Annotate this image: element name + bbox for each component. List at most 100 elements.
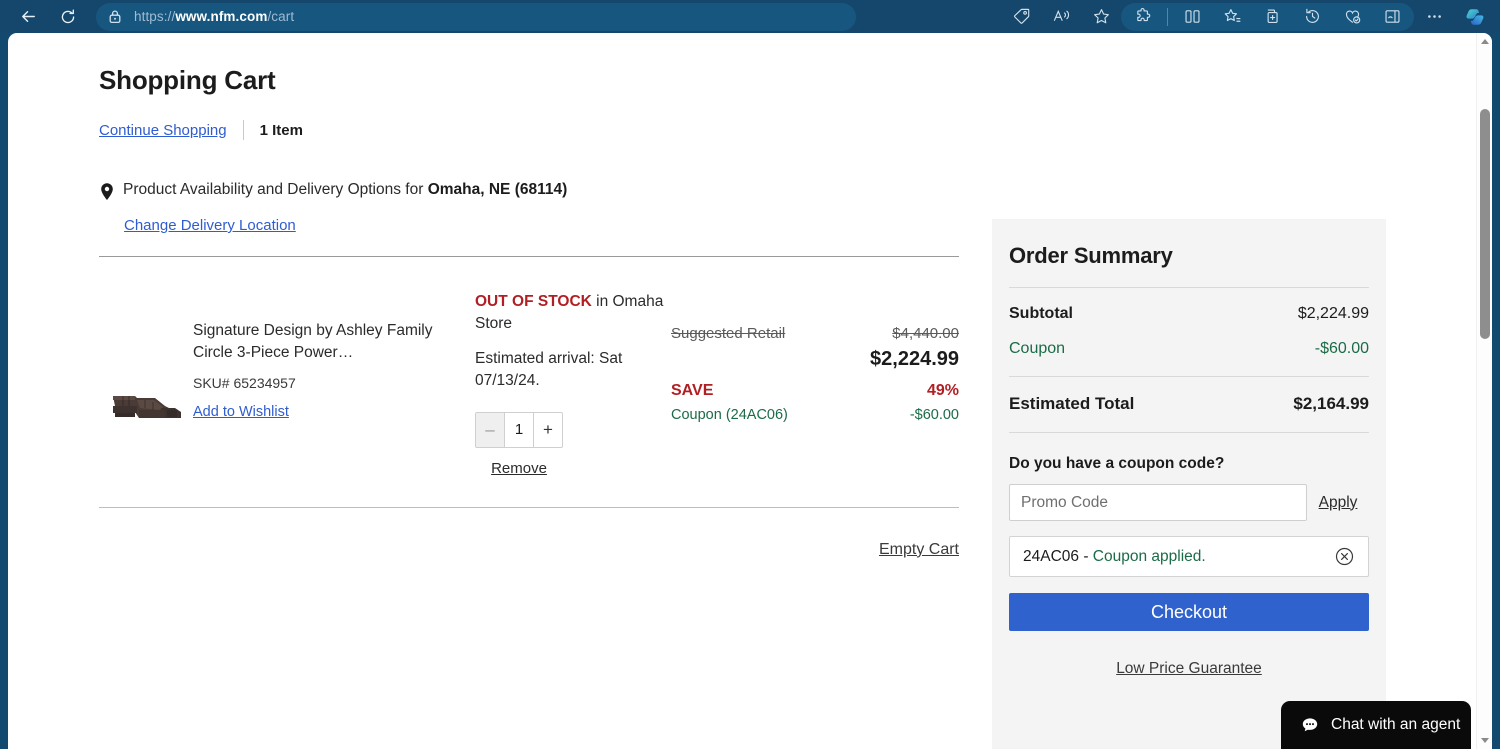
item-sku: SKU# 65234957 [193,375,296,391]
browser-essentials-button[interactable] [1332,2,1372,32]
quantity-value[interactable]: 1 [505,412,533,447]
history-icon [1305,8,1319,23]
out-of-stock-label: OUT OF STOCK [475,293,592,310]
estimated-total-value: $2,164.99 [1293,394,1369,413]
continue-shopping-link[interactable]: Continue Shopping [99,122,227,139]
copilot-button[interactable] [1454,2,1496,32]
applied-coupon-text: 24AC06 - Coupon applied. [1023,548,1206,566]
item-save-row: SAVE 49% [671,382,959,400]
item-thumbnail-cell[interactable] [99,285,193,478]
read-aloud-button[interactable] [1041,2,1081,32]
scrollbar-down-arrow[interactable] [1477,732,1492,749]
cart-main-column: Shopping Cart Continue Shopping 1 Item P… [99,33,979,559]
chat-with-agent-label: Chat with an agent [1331,716,1461,733]
item-stock-status: OUT OF STOCK in Omaha Store [475,291,671,336]
collections-star-icon [1224,9,1240,22]
low-price-guarantee-link[interactable]: Low Price Guarantee [1116,660,1262,677]
summary-divider-total [1009,376,1369,377]
url-path: /cart [267,9,295,24]
item-stock-cell: OUT OF STOCK in Omaha Store Estimated ar… [475,285,671,478]
item-name[interactable]: Signature Design by Ashley Family Circle… [193,320,475,364]
summary-row-coupon: Coupon -$60.00 [1009,340,1369,358]
suggested-retail-label: Suggested Retail [671,325,786,342]
page-content: Shopping Cart Continue Shopping 1 Item P… [8,33,1492,749]
item-count-label: 1 Item [259,121,303,139]
sectional-sofa-thumbnail [113,396,181,419]
order-summary-title: Order Summary [1009,243,1173,268]
summary-divider-top [1009,287,1369,288]
cart-subheader: Continue Shopping 1 Item [99,120,979,140]
page-title: Shopping Cart [99,65,276,95]
favorites-button[interactable] [1081,2,1121,32]
back-button[interactable] [8,2,48,32]
cart-top-divider [99,256,959,257]
history-button[interactable] [1292,2,1332,32]
delivery-availability-text: Product Availability and Delivery Option… [123,180,567,201]
quantity-decrease-button[interactable]: – [476,412,505,447]
chat-bubble-icon [1300,715,1320,735]
price-tag-icon [1013,8,1029,24]
split-screen-button[interactable] [1172,2,1212,32]
item-description-cell: Signature Design by Ashley Family Circle… [193,285,475,478]
item-current-price: $2,224.99 [870,348,959,370]
url-domain: www.nfm.com [175,9,268,24]
page-scrollbar[interactable] [1476,33,1492,749]
address-bar-text: https://www.nfm.com/cart [134,9,294,24]
split-screen-icon [1184,10,1200,23]
add-to-wishlist-link[interactable]: Add to Wishlist [193,404,289,420]
estimated-total-label: Estimated Total [1009,394,1135,413]
coupon-question-label: Do you have a coupon code? [1009,455,1225,472]
apply-coupon-button[interactable]: Apply [1307,484,1369,521]
browser-toolbar: https://www.nfm.com/cart [0,0,1500,33]
empty-cart-link[interactable]: Empty Cart [879,541,959,559]
item-coupon-value: -$60.00 [909,407,959,423]
delivery-availability-text-wrap: Product Availability and Delivery Option… [123,180,567,201]
item-coupon-row: Coupon (24AC06) -$60.00 [671,407,959,423]
add-to-collections-icon [1267,9,1278,23]
favorites-star-icon [1093,9,1109,24]
change-delivery-location-link[interactable]: Change Delivery Location [124,217,979,234]
collections-button[interactable] [1212,2,1252,32]
copilot-icon [1466,8,1484,25]
chat-with-agent-widget[interactable]: Chat with an agent [1281,701,1471,749]
extensions-button[interactable] [1123,2,1163,32]
chevron-down-icon [1481,738,1489,743]
cart-bottom-divider [99,506,959,508]
checkout-button[interactable]: Checkout [1009,593,1369,631]
site-info-lock-icon[interactable] [108,9,122,24]
applied-coupon-box: 24AC06 - Coupon applied. [1009,536,1369,577]
back-arrow-icon [21,11,35,22]
extensions-puzzle-icon [1136,8,1150,22]
quantity-stepper: – 1 + [475,411,563,448]
promo-code-input[interactable] [1009,484,1307,521]
delivery-availability-row: Product Availability and Delivery Option… [99,180,979,207]
remove-item-wrap: Remove [475,460,563,478]
availability-location: Omaha, NE (68114) [427,181,568,198]
order-summary-panel: Order Summary Subtotal $2,224.99 Coupon … [992,219,1386,749]
close-circle-icon[interactable] [1334,546,1355,567]
summary-row-subtotal: Subtotal $2,224.99 [1009,305,1369,323]
cart-item-row: Signature Design by Ashley Family Circle… [99,285,959,478]
browser-toolbar-actions [1001,0,1500,33]
extensions-group [1121,2,1414,32]
page-viewport: Shopping Cart Continue Shopping 1 Item P… [8,33,1492,749]
scrollbar-up-arrow[interactable] [1477,33,1492,50]
scrollbar-thumb[interactable] [1480,109,1490,339]
address-bar[interactable]: https://www.nfm.com/cart [96,2,856,31]
save-label: SAVE [671,382,714,399]
sidebar-toggle-button[interactable] [1372,2,1412,32]
low-price-guarantee-wrap: Low Price Guarantee [1009,660,1369,678]
app-root: https://www.nfm.com/cart Shopping Cart C… [0,0,1500,749]
refresh-button[interactable] [48,2,88,32]
empty-cart-row: Empty Cart [99,541,959,559]
price-tag-button[interactable] [1001,2,1041,32]
suggested-retail-row: Suggested Retail $4,440.00 [671,325,959,342]
save-percent: 49% [926,382,959,399]
location-pin-icon [99,182,115,207]
settings-more-button[interactable] [1414,2,1454,32]
add-to-collections-button[interactable] [1252,2,1292,32]
settings-more-icon [1427,15,1441,18]
toolbar-divider [1167,7,1168,26]
remove-item-link[interactable]: Remove [491,460,547,477]
quantity-increase-button[interactable]: + [533,412,562,447]
